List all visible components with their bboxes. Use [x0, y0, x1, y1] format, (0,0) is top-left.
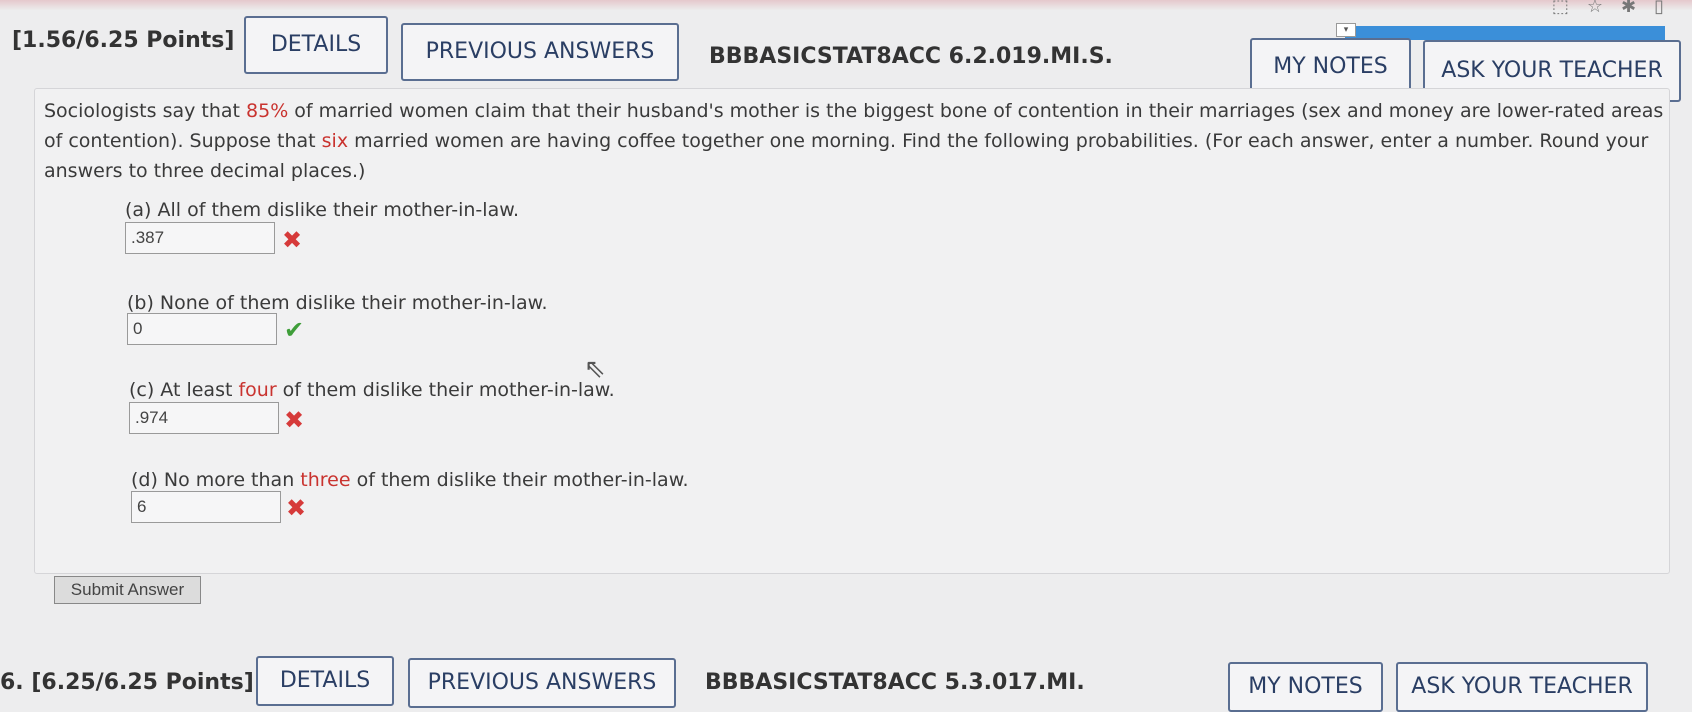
x-mark-icon: ✖	[286, 494, 307, 522]
part-d-highlight: three	[300, 469, 351, 491]
dropdown-toggle[interactable]: ▾	[1336, 23, 1356, 37]
part-d-text: of them dislike their mother-in-law.	[350, 469, 689, 491]
next-question-id: BBBASICSTAT8ACC 5.3.017.MI.	[705, 670, 1085, 695]
problem-statement: Sociologists say that 85% of married wom…	[44, 96, 1674, 186]
part-c-answer-input[interactable]: .974	[129, 402, 279, 434]
part-a-label: (a) All of them dislike their mother-in-…	[125, 199, 520, 221]
part-d-answer-input[interactable]: 6	[131, 491, 281, 523]
question-points: [1.56/6.25 Points]	[12, 28, 235, 53]
part-c-text: of them dislike their mother-in-law.	[276, 379, 615, 401]
puzzle-icon[interactable]: ✱	[1621, 0, 1654, 17]
part-c-highlight: four	[238, 379, 277, 401]
part-b-label: (b) None of them dislike their mother-in…	[127, 292, 548, 314]
next-ask-your-teacher-button[interactable]: ASK YOUR TEACHER	[1396, 662, 1648, 712]
problem-count: six	[321, 130, 349, 152]
next-previous-answers-button[interactable]: PREVIOUS ANSWERS	[408, 658, 676, 708]
check-mark-icon: ✔	[284, 316, 305, 344]
extension-icon[interactable]: ⬚	[1552, 0, 1587, 17]
next-my-notes-button[interactable]: MY NOTES	[1228, 662, 1383, 712]
next-question-points: 6. [6.25/6.25 Points]	[0, 670, 254, 695]
x-mark-icon: ✖	[282, 226, 303, 254]
browser-top-strip	[0, 0, 1692, 10]
chevron-down-icon: ▾	[1343, 25, 1349, 35]
part-c-label: (c) At least four of them dislike their …	[129, 379, 615, 401]
bookmark-star-icon[interactable]: ☆	[1587, 0, 1621, 17]
details-button[interactable]: DETAILS	[244, 16, 388, 74]
part-d-label: (d) No more than three of them dislike t…	[131, 469, 689, 491]
part-d-text: (d) No more than	[131, 469, 301, 491]
window-icon[interactable]: ▯	[1654, 0, 1682, 17]
browser-toolbar-icons: ⬚☆✱▯	[1552, 0, 1682, 17]
part-a-answer-input[interactable]: .387	[125, 222, 275, 254]
next-question-points-text: [6.25/6.25 Points]	[31, 670, 254, 695]
submit-answer-button[interactable]: Submit Answer	[54, 576, 201, 604]
mouse-pointer-icon: ⇖	[584, 354, 606, 384]
next-question-number: 6.	[0, 670, 24, 695]
problem-text: Sociologists say that	[44, 100, 247, 122]
x-mark-icon: ✖	[284, 406, 305, 434]
next-details-button[interactable]: DETAILS	[256, 656, 394, 706]
part-b-answer-input[interactable]: 0	[127, 313, 277, 345]
part-c-text: (c) At least	[129, 379, 239, 401]
problem-percentage: 85%	[246, 100, 289, 122]
question-id: BBBASICSTAT8ACC 6.2.019.MI.S.	[709, 44, 1113, 69]
previous-answers-button[interactable]: PREVIOUS ANSWERS	[401, 23, 679, 81]
